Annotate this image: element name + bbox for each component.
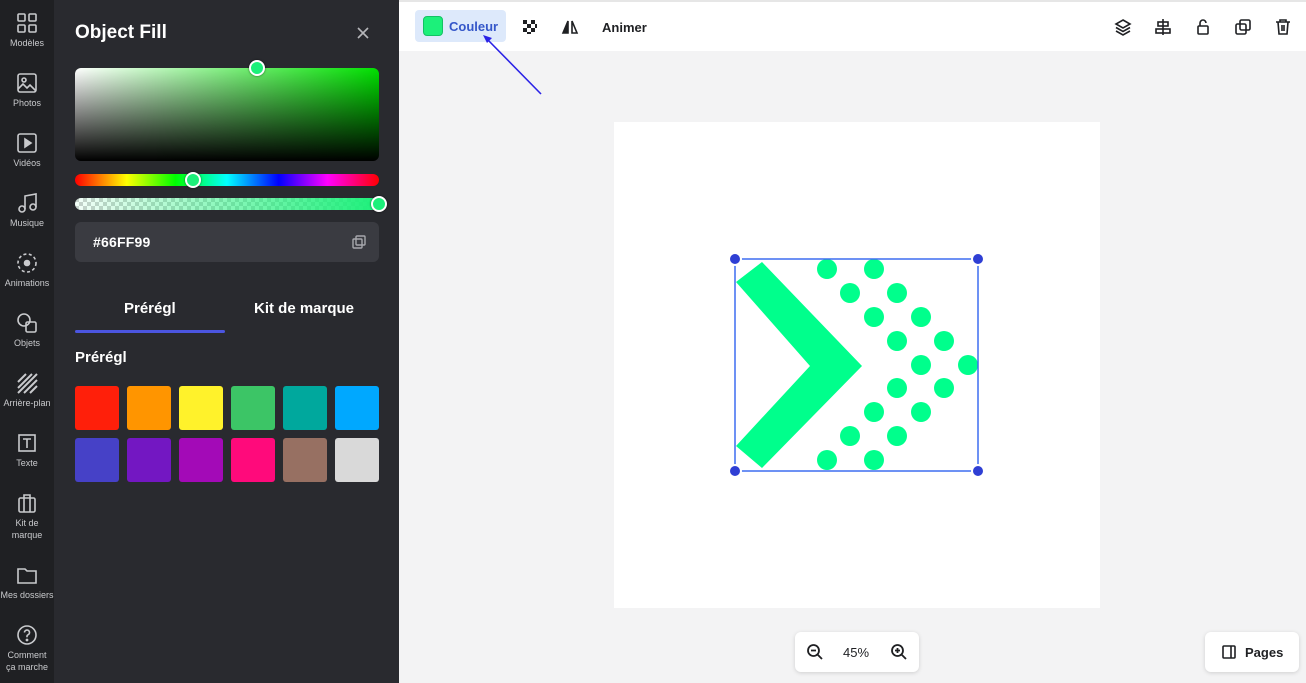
sidebar-item-texte[interactable]: Texte [0,432,54,469]
pages-label: Pages [1245,645,1284,660]
color-swatch[interactable] [75,386,119,430]
sidebar-item-arriere-plan[interactable]: Arrière-plan [0,372,54,409]
sidebar-item-label: Comment ça marche [5,650,49,672]
active-tab-indicator [75,330,225,333]
grid-icon [17,13,37,33]
shapes-icon [17,313,37,333]
align-icon[interactable] [1154,18,1172,36]
tab-preregl[interactable]: Prérégl [124,300,176,317]
opacity-slider[interactable] [75,198,379,210]
sidebar-item-label: Animations [4,278,50,288]
hex-input[interactable]: #66FF99 [75,222,379,262]
animate-button[interactable]: Animer [602,20,647,35]
pages-button[interactable]: Pages [1205,632,1299,672]
hue-handle[interactable] [185,172,201,188]
sidebar-item-label: Mes dossiers [0,590,54,600]
zoom-out-icon[interactable] [806,643,824,661]
duplicate-icon[interactable] [1234,18,1252,36]
sidebar-item-photos[interactable]: Photos [0,72,54,109]
color-chip [423,16,443,36]
sidebar-item-videos[interactable]: Vidéos [0,132,54,169]
layers-icon[interactable] [1114,18,1132,36]
object-fill-panel: Object Fill #66FF99 Prérégl Kit de marqu… [54,0,399,683]
image-icon [17,73,37,93]
video-icon [17,133,37,153]
opacity-handle[interactable] [371,196,387,212]
animation-icon [17,253,37,273]
copy-icon[interactable] [351,234,367,250]
left-sidebar: Modèles Photos Vidéos Musique Animations… [0,0,54,683]
music-icon [18,193,37,213]
pages-panel-icon [1222,645,1236,659]
unlock-icon[interactable] [1194,18,1212,36]
sidebar-item-label: Arrière-plan [3,398,51,408]
sidebar-item-modeles[interactable]: Modèles [0,12,54,49]
tab-kit-de-marque[interactable]: Kit de marque [254,300,354,317]
color-swatch[interactable] [75,438,119,482]
sidebar-item-musique[interactable]: Musique [0,192,54,229]
section-title: Prérégl [75,349,127,366]
color-swatch[interactable] [231,386,275,430]
selected-graphic[interactable] [614,122,1100,608]
folder-icon [17,568,37,584]
help-icon [17,625,37,645]
sidebar-item-label: Modèles [9,38,45,48]
flip-icon[interactable] [561,18,579,36]
sidebar-item-comment-ca-marche[interactable]: Comment ça marche [0,624,54,673]
zoom-in-icon[interactable] [890,643,908,661]
close-icon[interactable] [354,24,372,42]
sidebar-item-label: Texte [16,458,38,468]
zoom-control: 45% [795,632,919,672]
annotation-arrow [483,35,542,95]
sidebar-item-objets[interactable]: Objets [0,312,54,349]
color-swatch[interactable] [179,438,223,482]
sidebar-item-label: Photos [12,98,42,108]
color-swatch[interactable] [283,438,327,482]
sidebar-item-animations[interactable]: Animations [0,252,54,289]
sidebar-item-kit-de-marque[interactable]: Kit de marque [0,492,54,541]
color-swatch[interactable] [335,386,379,430]
sidebar-item-label: Musique [9,218,45,228]
color-swatch[interactable] [179,386,223,430]
color-swatch[interactable] [127,438,171,482]
trash-icon[interactable] [1274,18,1292,36]
color-swatch[interactable] [127,386,171,430]
hex-value[interactable]: #66FF99 [93,234,150,250]
zoom-level: 45% [843,645,870,660]
background-icon [17,373,38,394]
sidebar-item-mes-dossiers[interactable]: Mes dossiers [0,564,54,601]
panel-title: Object Fill [75,22,167,43]
color-swatch[interactable] [335,438,379,482]
sidebar-item-label: Kit de marque [11,518,43,540]
saturation-value-handle[interactable] [249,60,265,76]
color-swatch[interactable] [231,438,275,482]
design-canvas[interactable] [614,122,1100,608]
sidebar-item-label: Vidéos [13,158,41,168]
text-icon [18,434,36,452]
sidebar-item-label: Objets [13,338,40,348]
briefcase-icon [18,494,36,513]
color-swatch[interactable] [283,386,327,430]
saturation-value-picker[interactable] [75,68,379,161]
hue-slider[interactable] [75,174,379,186]
